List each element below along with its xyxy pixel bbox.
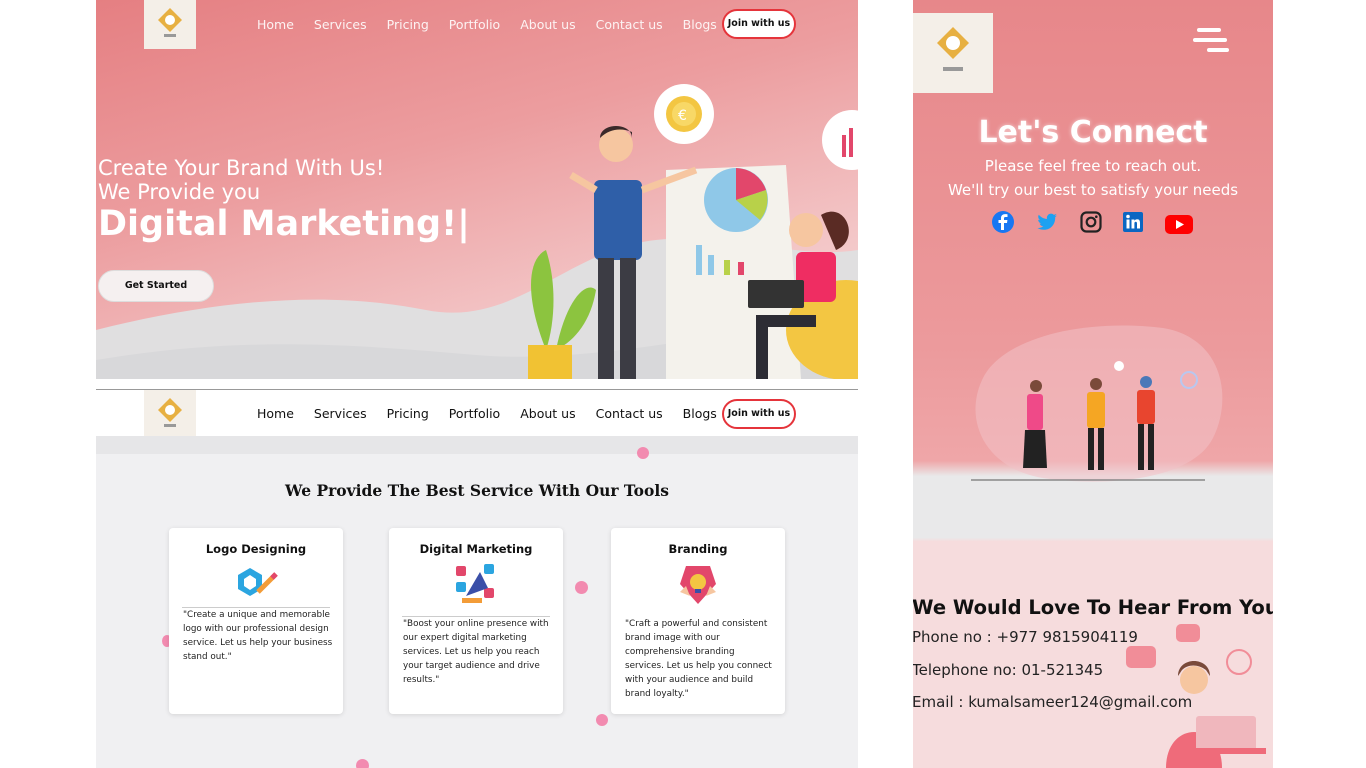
join-button[interactable]: Join with us	[722, 9, 796, 39]
hero-headline: Digital Marketing!|	[98, 204, 470, 244]
decor-dot	[596, 714, 608, 726]
card-text: "Boost your online presence with our exp…	[403, 619, 549, 685]
nav-pricing[interactable]: Pricing	[387, 17, 429, 32]
nav-home[interactable]: Home	[257, 406, 294, 421]
nav-services[interactable]: Services	[314, 406, 367, 421]
hero-line1: Create Your Brand With Us!	[98, 156, 385, 180]
team-illustration	[971, 325, 1223, 482]
youtube-icon[interactable]	[1164, 212, 1194, 236]
site-logo[interactable]	[913, 13, 993, 93]
nav-portfolio[interactable]: Portfolio	[449, 406, 500, 421]
twitter-icon[interactable]	[1035, 210, 1059, 234]
instagram-icon[interactable]	[1079, 210, 1103, 234]
hamburger-menu-icon[interactable]	[1193, 26, 1231, 54]
branding-icon	[680, 566, 716, 604]
telephone-number: Telephone no: 01-521345	[913, 661, 1104, 679]
hero-section: Home Services Pricing Portfolio About us…	[96, 0, 858, 379]
linkedin-icon[interactable]	[1121, 210, 1145, 234]
service-card-branding[interactable]: Branding "Craft a powerful and consisten…	[611, 528, 785, 714]
mobile-preview: Let's Connect Please feel free to reach …	[913, 0, 1273, 768]
service-card-logo[interactable]: Logo Designing "Create a unique and memo…	[169, 528, 343, 714]
card-title: Digital Marketing	[419, 542, 533, 556]
hero-nav: Home Services Pricing Portfolio About us…	[257, 17, 737, 32]
main-nav: Home Services Pricing Portfolio About us…	[257, 406, 737, 421]
site-logo[interactable]	[144, 390, 196, 439]
decor-dot	[356, 759, 369, 768]
nav-home[interactable]: Home	[257, 17, 294, 32]
service-card-digital-marketing[interactable]: Digital Marketing "Boost your online pre…	[389, 528, 563, 714]
phone-number: Phone no : +977 9815904119	[913, 628, 1138, 646]
nav-about[interactable]: About us	[520, 17, 575, 32]
nav-services[interactable]: Services	[314, 17, 367, 32]
divider-strip	[96, 436, 858, 454]
connect-subtitle-1: Please feel free to reach out.	[984, 157, 1202, 175]
decor-dot	[637, 447, 649, 459]
join-button[interactable]: Join with us	[722, 399, 796, 429]
card-text: "Craft a powerful and consistent brand i…	[625, 619, 772, 699]
site-logo[interactable]	[144, 0, 196, 49]
card-title: Logo Designing	[205, 542, 307, 556]
nav-pricing[interactable]: Pricing	[387, 406, 429, 421]
card-text: "Create a unique and memorable logo with…	[183, 610, 333, 662]
connect-subtitle-2: We'll try our best to satisfy your needs	[947, 181, 1239, 199]
nav-about[interactable]: About us	[520, 406, 575, 421]
digital-marketing-icon	[456, 564, 494, 603]
nav-contact[interactable]: Contact us	[596, 406, 663, 421]
nav-portfolio[interactable]: Portfolio	[449, 17, 500, 32]
get-started-button[interactable]: Get Started	[98, 270, 214, 302]
contact-title: We Would Love To Hear From You	[913, 596, 1273, 619]
nav-blogs[interactable]: Blogs	[683, 17, 717, 32]
logo-design-icon	[238, 568, 278, 596]
card-title: Branding	[668, 542, 728, 556]
customer-support-illustration	[1126, 624, 1266, 768]
services-section: Home Services Pricing Portfolio About us…	[96, 389, 858, 768]
sticky-navbar: Home Services Pricing Portfolio About us…	[96, 389, 858, 439]
connect-title: Let's Connect	[978, 115, 1208, 150]
marketing-illustration: €	[528, 84, 858, 379]
svg-text:€: €	[678, 108, 687, 124]
nav-blogs[interactable]: Blogs	[683, 406, 717, 421]
facebook-icon[interactable]	[991, 210, 1015, 234]
hero-line2: We Provide you	[98, 180, 261, 204]
nav-contact[interactable]: Contact us	[596, 17, 663, 32]
services-title: We Provide The Best Service With Our Too…	[285, 481, 669, 500]
decor-dot	[575, 581, 588, 594]
